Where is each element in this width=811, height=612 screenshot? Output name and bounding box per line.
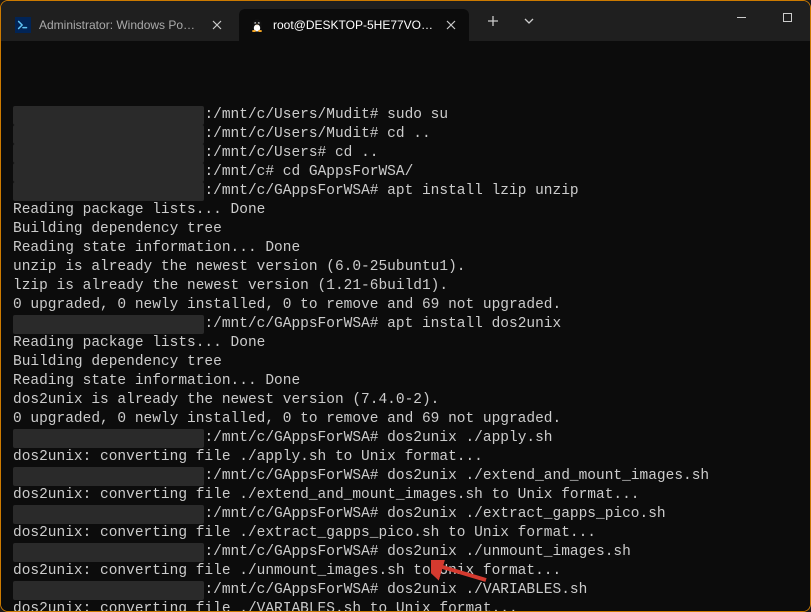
terminal-line: :/mnt/c# cd GAppsForWSA/	[13, 163, 798, 182]
prompt-path: :/mnt/c/GAppsForWSA#	[204, 544, 387, 560]
redacted-hostname	[13, 543, 204, 562]
tab-label: Administrator: Windows PowerS	[39, 18, 201, 32]
redacted-hostname	[13, 581, 204, 600]
command-text: dos2unix ./VARIABLES.sh	[387, 582, 587, 598]
terminal-line: :/mnt/c/Users/Mudit# cd ..	[13, 125, 798, 144]
command-text: cd ..	[335, 145, 379, 161]
prompt-path: :/mnt/c/GAppsForWSA#	[204, 582, 387, 598]
redacted-hostname	[13, 315, 204, 334]
prompt-path: :/mnt/c/Users/Mudit#	[204, 126, 387, 142]
terminal-line: dos2unix: converting file ./extract_gapp…	[13, 524, 798, 543]
prompt-path: :/mnt/c/GAppsForWSA#	[204, 316, 387, 332]
prompt-path: :/mnt/c#	[204, 164, 282, 180]
linux-icon	[249, 17, 265, 33]
terminal-line: dos2unix: converting file ./unmount_imag…	[13, 562, 798, 581]
tab-label: root@DESKTOP-5HE77VO: /mn	[273, 18, 435, 32]
terminal-line: :/mnt/c/GAppsForWSA# apt install lzip un…	[13, 182, 798, 201]
command-text: sudo su	[387, 107, 448, 123]
command-text: dos2unix ./extract_gapps_pico.sh	[387, 506, 665, 522]
redacted-hostname	[13, 505, 204, 524]
redacted-hostname	[13, 429, 204, 448]
window-controls	[718, 1, 810, 41]
command-text: dos2unix ./unmount_images.sh	[387, 544, 631, 560]
tab-powershell[interactable]: Administrator: Windows PowerS	[5, 9, 235, 41]
redacted-hostname	[13, 467, 204, 486]
prompt-path: :/mnt/c/GAppsForWSA#	[204, 183, 387, 199]
terminal-line: unzip is already the newest version (6.0…	[13, 258, 798, 277]
terminal-line: :/mnt/c/GAppsForWSA# apt install dos2uni…	[13, 315, 798, 334]
terminal-line: :/mnt/c/GAppsForWSA# dos2unix ./apply.sh	[13, 429, 798, 448]
command-text: apt install lzip unzip	[387, 183, 578, 199]
tab-dropdown-button[interactable]	[513, 5, 545, 37]
redacted-hostname	[13, 144, 204, 163]
command-text: dos2unix ./extend_and_mount_images.sh	[387, 468, 709, 484]
maximize-button[interactable]	[764, 1, 810, 33]
terminal-line: dos2unix: converting file ./extend_and_m…	[13, 486, 798, 505]
prompt-path: :/mnt/c/Users/Mudit#	[204, 107, 387, 123]
powershell-icon	[15, 17, 31, 33]
terminal-line: dos2unix is already the newest version (…	[13, 391, 798, 410]
terminal-line: 0 upgraded, 0 newly installed, 0 to remo…	[13, 410, 798, 429]
terminal-line: :/mnt/c/GAppsForWSA# dos2unix ./extract_…	[13, 505, 798, 524]
titlebar: Administrator: Windows PowerS	[1, 1, 810, 41]
command-text: cd GAppsForWSA/	[283, 164, 414, 180]
command-text: dos2unix ./apply.sh	[387, 430, 552, 446]
terminal-line: dos2unix: converting file ./VARIABLES.sh…	[13, 600, 798, 611]
terminal-output[interactable]: :/mnt/c/Users/Mudit# sudo su :/mnt/c/Use…	[1, 41, 810, 611]
titlebar-actions	[477, 5, 545, 37]
terminal-window: Administrator: Windows PowerS	[0, 0, 811, 612]
tab-strip: Administrator: Windows PowerS	[1, 1, 469, 41]
minimize-button[interactable]	[718, 1, 764, 33]
terminal-line: lzip is already the newest version (1.21…	[13, 277, 798, 296]
terminal-line: Reading package lists... Done	[13, 334, 798, 353]
prompt-path: :/mnt/c/GAppsForWSA#	[204, 468, 387, 484]
terminal-line: :/mnt/c/GAppsForWSA# dos2unix ./VARIABLE…	[13, 581, 798, 600]
terminal-line: Building dependency tree	[13, 220, 798, 239]
terminal-line: Reading state information... Done	[13, 239, 798, 258]
terminal-line: :/mnt/c/GAppsForWSA# dos2unix ./unmount_…	[13, 543, 798, 562]
terminal-line: :/mnt/c/Users/Mudit# sudo su	[13, 106, 798, 125]
close-icon[interactable]	[209, 17, 225, 33]
tab-wsl[interactable]: root@DESKTOP-5HE77VO: /mn	[239, 9, 469, 41]
redacted-hostname	[13, 106, 204, 125]
prompt-path: :/mnt/c/GAppsForWSA#	[204, 430, 387, 446]
close-icon[interactable]	[443, 17, 459, 33]
terminal-line: Reading package lists... Done	[13, 201, 798, 220]
terminal-line: Reading state information... Done	[13, 372, 798, 391]
redacted-hostname	[13, 182, 204, 201]
prompt-path: :/mnt/c/GAppsForWSA#	[204, 506, 387, 522]
terminal-line: 0 upgraded, 0 newly installed, 0 to remo…	[13, 296, 798, 315]
prompt-path: :/mnt/c/Users#	[204, 145, 335, 161]
command-text: cd ..	[387, 126, 431, 142]
terminal-line: :/mnt/c/Users# cd ..	[13, 144, 798, 163]
new-tab-button[interactable]	[477, 5, 509, 37]
redacted-hostname	[13, 163, 204, 182]
redacted-hostname	[13, 125, 204, 144]
terminal-line: dos2unix: converting file ./apply.sh to …	[13, 448, 798, 467]
command-text: apt install dos2unix	[387, 316, 561, 332]
terminal-line: :/mnt/c/GAppsForWSA# dos2unix ./extend_a…	[13, 467, 798, 486]
terminal-line: Building dependency tree	[13, 353, 798, 372]
